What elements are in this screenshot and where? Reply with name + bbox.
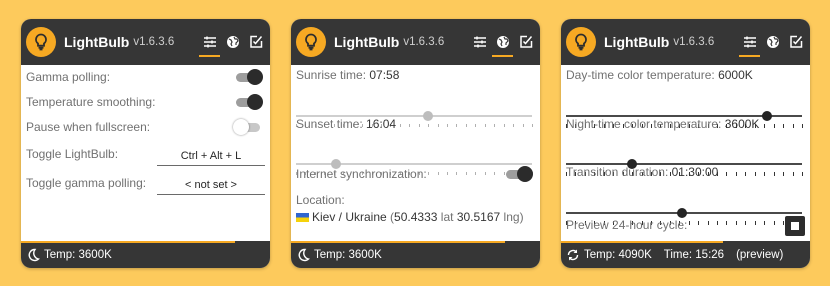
advanced-body: Day-time color temperature: 6000K Night-… [561, 65, 810, 241]
internet-sync-toggle[interactable] [504, 165, 533, 183]
temperature-status: Temp: 3600K [314, 248, 382, 261]
lightbulb-logo-icon [296, 27, 326, 57]
ukraine-flag-icon [296, 213, 309, 222]
slider-thumb[interactable] [676, 208, 687, 218]
pause-fullscreen-row: Pause when fullscreen: [26, 118, 262, 136]
status-footer: Temp: 3600K [21, 241, 270, 268]
globe-icon [766, 36, 779, 48]
lightbulb-logo-icon [566, 27, 596, 57]
internet-sync-label: Internet synchronization: [296, 167, 427, 181]
app-title: LightBulb [604, 34, 670, 50]
sunset-value: 16:04 [366, 117, 397, 131]
sunrise-value: 07:58 [369, 68, 400, 82]
temperature-smoothing-label: Temperature smoothing: [26, 95, 156, 109]
stop-icon [791, 222, 799, 230]
geo-body: Sunrise time: 07:58 Sunset time: 16:04 I… [291, 65, 540, 241]
sunset-label: Sunset time: 16:04 [296, 117, 397, 131]
sunrise-row: Sunrise time: 07:58 [296, 68, 532, 82]
toggle-lightbulb-hotkey-input[interactable]: Ctrl + Alt + L [157, 147, 265, 166]
preview-stop-button[interactable] [785, 216, 805, 236]
pause-fullscreen-toggle[interactable] [233, 118, 262, 136]
app-header: LightBulb v1.6.3.6 [291, 19, 540, 65]
toggle-gamma-hotkey-input[interactable]: < not set > [157, 176, 265, 195]
settings-tab[interactable] [738, 19, 761, 65]
checklist-icon [249, 35, 262, 48]
sliders-icon [743, 36, 756, 48]
globe-icon [496, 36, 509, 48]
app-header: LightBulb v1.6.3.6 [561, 19, 810, 65]
temperature-smoothing-toggle[interactable] [234, 93, 263, 111]
sync-icon [567, 249, 579, 260]
transition-value: 01:30:00 [671, 165, 719, 179]
day-temp-value: 6000K [718, 68, 753, 82]
moon-icon [298, 248, 310, 261]
advanced-tab[interactable] [514, 19, 537, 65]
internet-sync-row: Internet synchronization: [296, 165, 533, 183]
geo-panel: LightBulb v1.6.3.6 Sunrise time: 07:58 S… [291, 19, 540, 268]
toggle-lightbulb-label: Toggle LightBulb: [26, 147, 119, 161]
moon-icon [28, 248, 40, 261]
transition-label: Transition duration: 01:30:00 [566, 165, 719, 179]
night-temp-value: 3600K [724, 117, 760, 131]
gamma-polling-row: Gamma polling: [26, 68, 263, 86]
app-version: v1.6.3.6 [403, 36, 445, 48]
app-version: v1.6.3.6 [673, 36, 715, 48]
status-footer: Temp: 4090K Time: 15:26 (preview) [561, 241, 810, 268]
settings-panel: LightBulb v1.6.3.6 Gamma polling: Temper… [21, 19, 270, 268]
checklist-icon [789, 35, 802, 48]
app-title: LightBulb [64, 34, 130, 50]
sunrise-label: Sunrise time: 07:58 [296, 68, 400, 82]
sliders-icon [203, 36, 216, 48]
app-header: LightBulb v1.6.3.6 [21, 19, 270, 65]
temperature-status: Temp: 3600K [44, 248, 112, 261]
night-temp-row: Night-time color temperature: 3600K [566, 117, 802, 131]
gamma-polling-label: Gamma polling: [26, 70, 111, 84]
app-title: LightBulb [334, 34, 400, 50]
geo-tab[interactable] [221, 19, 244, 65]
tab-bar [198, 19, 267, 65]
location-label: Location: [296, 193, 345, 207]
slider-tick [802, 172, 803, 176]
lightbulb-logo-icon [26, 27, 56, 57]
geo-tab[interactable] [491, 19, 514, 65]
sliders-icon [473, 36, 486, 48]
slider-tick [802, 124, 803, 128]
checklist-icon [519, 35, 532, 48]
sunset-row: Sunset time: 16:04 [296, 117, 532, 131]
tab-bar [468, 19, 537, 65]
settings-tab[interactable] [198, 19, 221, 65]
location-value: Kiev / Ukraine (50.4333 lat 30.5167 lng) [296, 210, 524, 224]
slider-tick [532, 124, 533, 127]
cycle-progress-bar [561, 241, 723, 243]
advanced-panel: LightBulb v1.6.3.6 Day-time color temper… [561, 19, 810, 268]
gamma-polling-toggle[interactable] [234, 68, 263, 86]
pause-fullscreen-label: Pause when fullscreen: [26, 120, 151, 134]
night-temp-label: Night-time color temperature: 3600K [566, 117, 760, 131]
cycle-progress-bar [291, 241, 506, 243]
app-version: v1.6.3.6 [133, 36, 175, 48]
preview-status: (preview) [736, 248, 784, 261]
time-status: Time: 15:26 [663, 248, 725, 261]
cycle-progress-bar [21, 241, 236, 243]
location-value-row: Kiev / Ukraine (50.4333 lat 30.5167 lng) [296, 210, 532, 224]
temperature-status: Temp: 4090K [584, 248, 652, 261]
tab-bar [738, 19, 807, 65]
settings-body: Gamma polling: Temperature smoothing: Pa… [21, 65, 270, 241]
location-heading-row: Location: [296, 193, 532, 207]
day-temp-row: Day-time color temperature: 6000K [566, 68, 802, 82]
day-temp-label: Day-time color temperature: 6000K [566, 68, 753, 82]
preview-row: Preview 24-hour cycle: [566, 218, 802, 232]
advanced-tab[interactable] [244, 19, 267, 65]
temperature-smoothing-row: Temperature smoothing: [26, 93, 263, 111]
globe-icon [226, 36, 239, 48]
toggle-gamma-label: Toggle gamma polling: [26, 176, 147, 190]
geo-tab[interactable] [761, 19, 784, 65]
settings-tab[interactable] [468, 19, 491, 65]
transition-row: Transition duration: 01:30:00 [566, 165, 802, 179]
preview-label: Preview 24-hour cycle: [566, 218, 688, 232]
advanced-tab[interactable] [784, 19, 807, 65]
status-footer: Temp: 3600K [291, 241, 540, 268]
